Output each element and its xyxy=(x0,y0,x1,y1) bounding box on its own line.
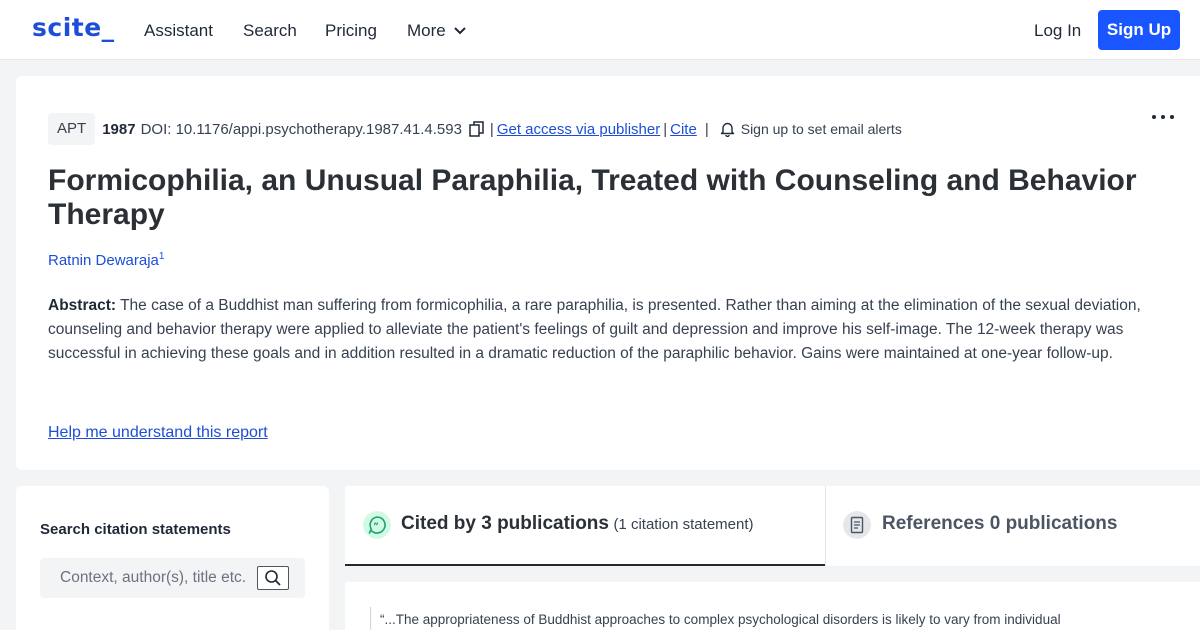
separator: | xyxy=(489,120,494,138)
author-link[interactable]: Ratnin Dewaraja1 xyxy=(48,251,164,269)
signup-button[interactable]: Sign Up xyxy=(1098,10,1180,50)
quote-bar xyxy=(370,607,371,630)
bell-icon[interactable] xyxy=(720,121,735,137)
nav-search[interactable]: Search xyxy=(243,21,297,41)
citation-search-input[interactable] xyxy=(60,558,255,598)
nav-pricing[interactable]: Pricing xyxy=(325,21,377,41)
cite-link[interactable]: Cite xyxy=(670,121,697,138)
abstract-text: The case of a Buddhist man suffering fro… xyxy=(48,297,1141,362)
separator: | xyxy=(704,120,709,138)
citation-search-title: Search citation statements xyxy=(40,521,231,538)
search-icon xyxy=(265,570,281,586)
cited-by-count[interactable]: Cited by 3 publications xyxy=(401,513,609,534)
chat-quote-icon: ” xyxy=(363,511,391,539)
nav-assistant[interactable]: Assistant xyxy=(144,21,213,41)
doi-text: DOI: 10.1176/appi.psychotherapy.1987.41.… xyxy=(140,120,462,138)
paper-meta-row: APT 1987 DOI: 10.1176/appi.psychotherapy… xyxy=(48,113,902,145)
citation-search-box xyxy=(40,558,305,598)
tab-divider xyxy=(825,486,826,566)
chevron-down-icon[interactable] xyxy=(453,26,467,36)
paper-title: Formicophilia, an Unusual Paraphilia, Tr… xyxy=(48,164,1137,231)
citation-statement-count: (1 citation statement) xyxy=(613,516,754,533)
nav-more[interactable]: More xyxy=(407,21,446,41)
help-understand-link[interactable]: Help me understand this report xyxy=(48,424,268,442)
more-options-icon[interactable] xyxy=(1152,113,1184,121)
scite-logo[interactable]: scite_ xyxy=(32,13,115,42)
tab-cited-label[interactable]: Cited by 3 publications (1 citation stat… xyxy=(401,513,754,535)
abstract: Abstract: The case of a Buddhist man suf… xyxy=(48,294,1178,366)
separator: | xyxy=(663,120,668,138)
publisher-access-link[interactable]: Get access via publisher xyxy=(497,121,660,138)
publication-year: 1987 xyxy=(102,120,136,138)
author-name[interactable]: Ratnin Dewaraja xyxy=(48,252,159,269)
search-button[interactable] xyxy=(257,566,289,590)
login-link[interactable]: Log In xyxy=(1034,21,1081,41)
abstract-label: Abstract: xyxy=(48,297,117,314)
document-icon xyxy=(843,511,871,539)
copy-icon[interactable] xyxy=(469,121,485,137)
svg-text:”: ” xyxy=(373,522,379,532)
email-alerts-link[interactable]: Sign up to set email alerts xyxy=(741,121,902,137)
author-affiliation-marker: 1 xyxy=(158,251,165,262)
citation-quote: “...The appropriateness of Buddhist appr… xyxy=(380,612,1061,627)
references-count[interactable]: References 0 publications xyxy=(882,513,1117,534)
journal-badge[interactable]: APT xyxy=(48,113,96,145)
tab-references[interactable]: References 0 publications xyxy=(882,513,1117,535)
